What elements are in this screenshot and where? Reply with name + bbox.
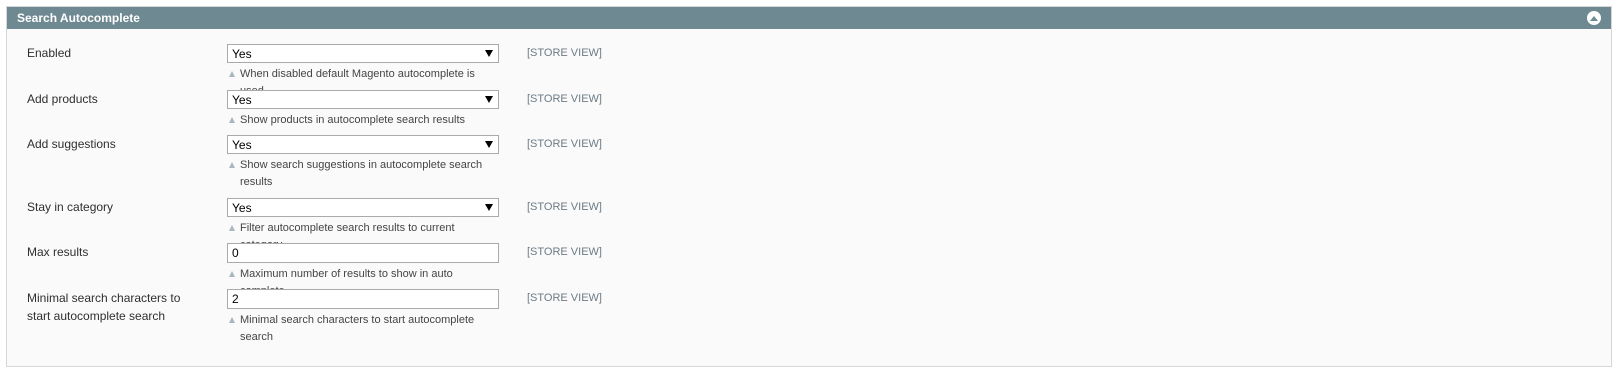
enabled-select[interactable]: Yes bbox=[227, 44, 499, 63]
field-note-min-search-chars: Minimal search characters to start autoc… bbox=[227, 312, 499, 346]
note-triangle-icon bbox=[229, 225, 235, 231]
scope-label-enabled: [STORE VIEW] bbox=[527, 47, 602, 59]
section-header[interactable]: Search Autocomplete bbox=[7, 7, 1611, 29]
scope-label-max-results: [STORE VIEW] bbox=[527, 246, 602, 258]
scope-label-stay-in-category: [STORE VIEW] bbox=[527, 201, 602, 213]
dropdown-arrow-icon bbox=[485, 204, 493, 211]
scope-label-min-search-chars: [STORE VIEW] bbox=[527, 292, 602, 304]
field-label-stay-in-category: Stay in category bbox=[27, 200, 114, 214]
note-triangle-icon bbox=[229, 71, 235, 77]
min-search-chars-input[interactable]: 2 bbox=[227, 289, 499, 309]
note-triangle-icon bbox=[229, 317, 235, 323]
scope-label-add-suggestions: [STORE VIEW] bbox=[527, 138, 602, 150]
stay-in-category-select-value: Yes bbox=[232, 201, 252, 215]
field-note-add-suggestions: Show search suggestions in autocomplete … bbox=[227, 157, 499, 191]
enabled-select-value: Yes bbox=[232, 47, 252, 61]
field-label-min-search-chars: Minimal search characters to start autoc… bbox=[27, 291, 181, 323]
field-label-add-products: Add products bbox=[27, 92, 98, 106]
field-label-add-suggestions: Add suggestions bbox=[27, 137, 116, 151]
add-products-select[interactable]: Yes bbox=[227, 90, 499, 109]
dropdown-arrow-icon bbox=[485, 50, 493, 57]
stay-in-category-select[interactable]: Yes bbox=[227, 198, 499, 217]
field-note-add-products: Show products in autocomplete search res… bbox=[227, 112, 499, 129]
add-suggestions-select[interactable]: Yes bbox=[227, 135, 499, 154]
field-label-enabled: Enabled bbox=[27, 46, 72, 60]
add-suggestions-select-value: Yes bbox=[232, 138, 252, 152]
dropdown-arrow-icon bbox=[485, 141, 493, 148]
section-title: Search Autocomplete bbox=[17, 11, 140, 25]
field-label-max-results: Max results bbox=[27, 245, 89, 259]
chevron-up-circle-icon[interactable] bbox=[1587, 11, 1601, 25]
note-triangle-icon bbox=[229, 117, 235, 123]
note-triangle-icon bbox=[229, 162, 235, 168]
search-autocomplete-section: Search Autocomplete Enabled Yes When dis… bbox=[6, 6, 1612, 367]
dropdown-arrow-icon bbox=[485, 96, 493, 103]
max-results-input[interactable]: 0 bbox=[227, 243, 499, 263]
note-triangle-icon bbox=[229, 271, 235, 277]
add-products-select-value: Yes bbox=[232, 93, 252, 107]
scope-label-add-products: [STORE VIEW] bbox=[527, 93, 602, 105]
